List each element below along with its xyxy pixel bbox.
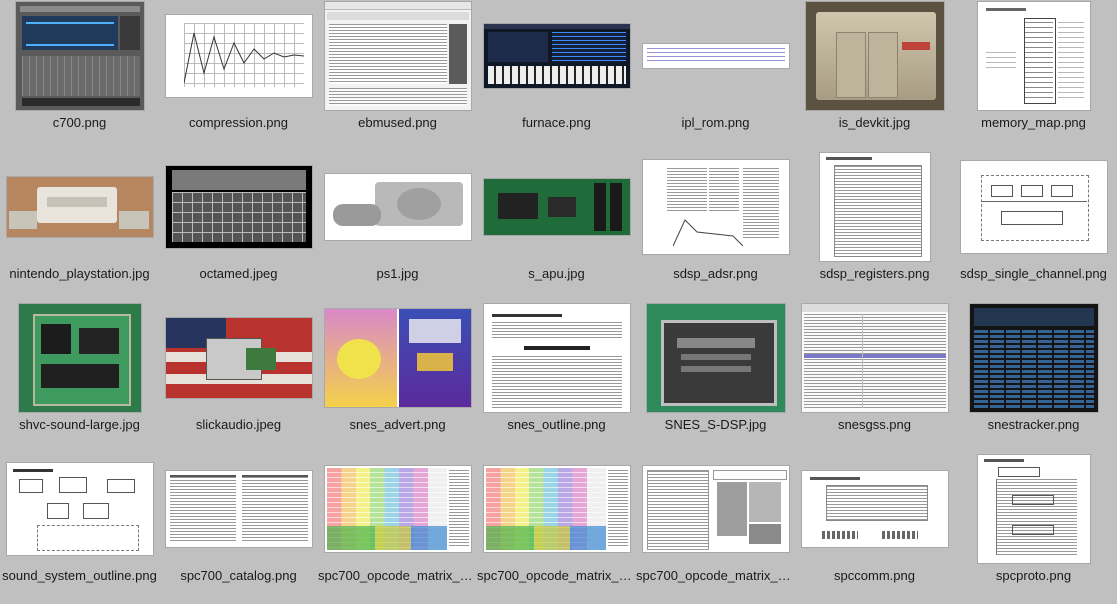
- file-name-label: spc700_opcode_matrix_1a...: [318, 568, 477, 583]
- file-name-label: is_devkit.jpg: [838, 115, 911, 130]
- image-thumbnail-icon: [642, 160, 789, 254]
- image-thumbnail-icon: [969, 304, 1098, 412]
- image-thumbnail-icon: [977, 455, 1090, 563]
- file-item-ipl-rom[interactable]: ipl_rom.png: [636, 0, 795, 151]
- file-item-furnace[interactable]: furnace.png: [477, 0, 636, 151]
- image-thumbnail-icon: [6, 463, 153, 555]
- file-item-slickaudio[interactable]: slickaudio.jpeg: [159, 302, 318, 453]
- file-name-label: memory_map.png: [981, 115, 1086, 130]
- image-thumbnail-icon: [483, 24, 630, 88]
- file-name-label: shvc-sound-large.jpg: [19, 417, 140, 432]
- file-item-snestracker[interactable]: snestracker.png: [954, 302, 1113, 453]
- file-name-label: sdsp_single_channel.png: [960, 266, 1107, 281]
- file-name-label: ipl_rom.png: [681, 115, 750, 130]
- file-item-sdsp-adsr[interactable]: sdsp_adsr.png: [636, 151, 795, 302]
- file-name-label: compression.png: [189, 115, 288, 130]
- image-thumbnail-icon: [642, 44, 789, 68]
- file-item-spccomm[interactable]: spccomm.png: [795, 453, 954, 604]
- file-name-label: SNES_S-DSP.jpg: [664, 417, 767, 432]
- image-thumbnail-icon: [960, 161, 1107, 253]
- image-thumbnail-icon: [805, 2, 944, 110]
- file-name-label: snesgss.png: [838, 417, 911, 432]
- file-name-label: sdsp_adsr.png: [673, 266, 758, 281]
- file-name-label: sound_system_outline.png: [2, 568, 157, 583]
- file-name-label: octamed.jpeg: [199, 266, 278, 281]
- file-item-compression[interactable]: compression.png: [159, 0, 318, 151]
- file-name-label: snes_advert.png: [349, 417, 446, 432]
- file-name-label: snes_outline.png: [507, 417, 606, 432]
- image-thumbnail-icon: [801, 471, 948, 547]
- file-name-label: spc700_opcode_matrix_4....: [636, 568, 795, 583]
- image-thumbnail-icon: [165, 166, 312, 248]
- file-item-spc700-opcode-matrix-1a[interactable]: spc700_opcode_matrix_1a...: [318, 453, 477, 604]
- image-thumbnail-icon: [819, 153, 930, 261]
- file-item-sdsp-single-channel[interactable]: sdsp_single_channel.png: [954, 151, 1113, 302]
- image-thumbnail-icon: [483, 179, 630, 235]
- file-item-is-devkit[interactable]: is_devkit.jpg: [795, 0, 954, 151]
- file-item-memory-map[interactable]: memory_map.png: [954, 0, 1113, 151]
- file-name-label: s_apu.jpg: [528, 266, 585, 281]
- file-item-snes-advert[interactable]: snes_advert.png: [318, 302, 477, 453]
- file-item-ebmused[interactable]: ebmused.png: [318, 0, 477, 151]
- file-item-c700[interactable]: c700.png: [0, 0, 159, 151]
- image-thumbnail-icon: [977, 2, 1090, 110]
- file-name-label: spcproto.png: [995, 568, 1072, 583]
- file-name-label: slickaudio.jpeg: [195, 417, 282, 432]
- file-item-octamed[interactable]: octamed.jpeg: [159, 151, 318, 302]
- file-item-shvc-sound-large[interactable]: shvc-sound-large.jpg: [0, 302, 159, 453]
- file-name-label: ps1.jpg: [376, 266, 419, 281]
- image-thumbnail-icon: [6, 177, 153, 237]
- image-thumbnail-icon: [324, 174, 471, 240]
- image-thumbnail-icon: [165, 471, 312, 547]
- file-name-label: sdsp_registers.png: [819, 266, 930, 281]
- file-item-sound-system-outline[interactable]: sound_system_outline.png: [0, 453, 159, 604]
- file-item-spcproto[interactable]: spcproto.png: [954, 453, 1113, 604]
- file-item-spc700-catalog[interactable]: spc700_catalog.png: [159, 453, 318, 604]
- image-thumbnail-icon: [165, 15, 312, 97]
- image-thumbnail-icon: [324, 2, 471, 110]
- file-name-label: snestracker.png: [987, 417, 1080, 432]
- file-item-spc700-opcode-matrix-4[interactable]: spc700_opcode_matrix_4....: [636, 453, 795, 604]
- image-thumbnail-icon: [642, 466, 789, 552]
- file-thumbnail-grid: c700.png compression.png ebmused.png fur…: [0, 0, 1117, 592]
- image-thumbnail-icon: [165, 318, 312, 398]
- file-item-s-apu[interactable]: s_apu.jpg: [477, 151, 636, 302]
- image-thumbnail-icon: [483, 304, 630, 412]
- file-name-label: ebmused.png: [358, 115, 437, 130]
- file-item-snesgss[interactable]: snesgss.png: [795, 302, 954, 453]
- file-name-label: c700.png: [52, 115, 107, 130]
- file-item-nintendo-playstation[interactable]: nintendo_playstation.jpg: [0, 151, 159, 302]
- file-item-ps1[interactable]: ps1.jpg: [318, 151, 477, 302]
- file-name-label: furnace.png: [522, 115, 591, 130]
- file-item-snes-outline[interactable]: snes_outline.png: [477, 302, 636, 453]
- image-thumbnail-icon: [324, 466, 471, 552]
- image-thumbnail-icon: [801, 304, 948, 412]
- file-name-label: spc700_opcode_matrix_1b...: [477, 568, 636, 583]
- image-thumbnail-icon: [646, 304, 785, 412]
- file-item-spc700-opcode-matrix-1b[interactable]: spc700_opcode_matrix_1b...: [477, 453, 636, 604]
- file-name-label: spc700_catalog.png: [180, 568, 297, 583]
- file-item-snes-s-dsp[interactable]: SNES_S-DSP.jpg: [636, 302, 795, 453]
- image-thumbnail-icon: [324, 309, 471, 407]
- file-name-label: nintendo_playstation.jpg: [9, 266, 150, 281]
- file-name-label: spccomm.png: [834, 568, 915, 583]
- file-item-sdsp-registers[interactable]: sdsp_registers.png: [795, 151, 954, 302]
- image-thumbnail-icon: [15, 2, 144, 110]
- image-thumbnail-icon: [483, 466, 630, 552]
- image-thumbnail-icon: [18, 304, 141, 412]
